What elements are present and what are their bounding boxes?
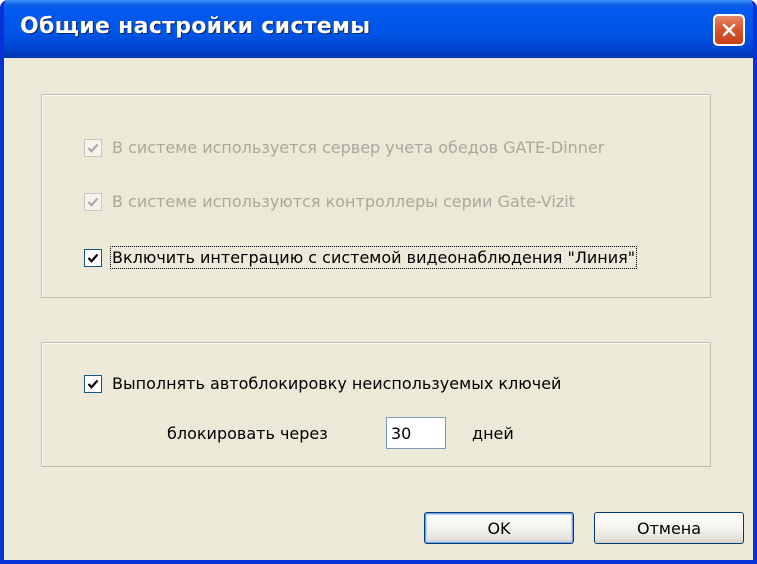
dinner-server-label: В системе используется сервер учета обед… xyxy=(112,138,605,157)
window-title: Общие настройки системы xyxy=(20,14,371,39)
autoblock-option: Выполнять автоблокировку неиспользуемых … xyxy=(84,374,561,393)
ok-button[interactable]: OK xyxy=(424,512,574,544)
days-unit-label: дней xyxy=(472,424,514,443)
checkmark-icon xyxy=(87,253,99,263)
dinner-server-checkbox[interactable] xyxy=(84,138,102,157)
autoblock-label: Выполнять автоблокировку неиспользуемых … xyxy=(112,374,562,393)
settings-dialog: Общие настройки системы В системе исполь… xyxy=(0,0,757,564)
autoblock-group xyxy=(41,342,711,467)
gate-vizit-label: В системе используются контроллеры серии… xyxy=(112,192,575,211)
close-icon xyxy=(722,23,736,37)
checkmark-icon xyxy=(87,197,99,207)
block-after-label: блокировать через xyxy=(167,424,328,443)
video-integration-checkbox[interactable] xyxy=(84,248,102,267)
close-button[interactable] xyxy=(713,14,745,46)
dinner-server-option: В системе используется сервер учета обед… xyxy=(84,138,604,157)
gate-vizit-checkbox[interactable] xyxy=(84,192,102,211)
checkmark-icon xyxy=(87,143,99,153)
autoblock-checkbox[interactable] xyxy=(84,374,102,393)
video-integration-label[interactable]: Включить интеграцию с системой видеонабл… xyxy=(109,246,638,269)
title-bar[interactable]: Общие настройки системы xyxy=(4,0,753,58)
checkmark-icon xyxy=(87,379,99,389)
cancel-button[interactable]: Отмена xyxy=(594,512,744,544)
video-integration-option: Включить интеграцию с системой видеонабл… xyxy=(84,246,638,269)
gate-vizit-option: В системе используются контроллеры серии… xyxy=(84,192,575,211)
days-input[interactable] xyxy=(386,417,446,449)
